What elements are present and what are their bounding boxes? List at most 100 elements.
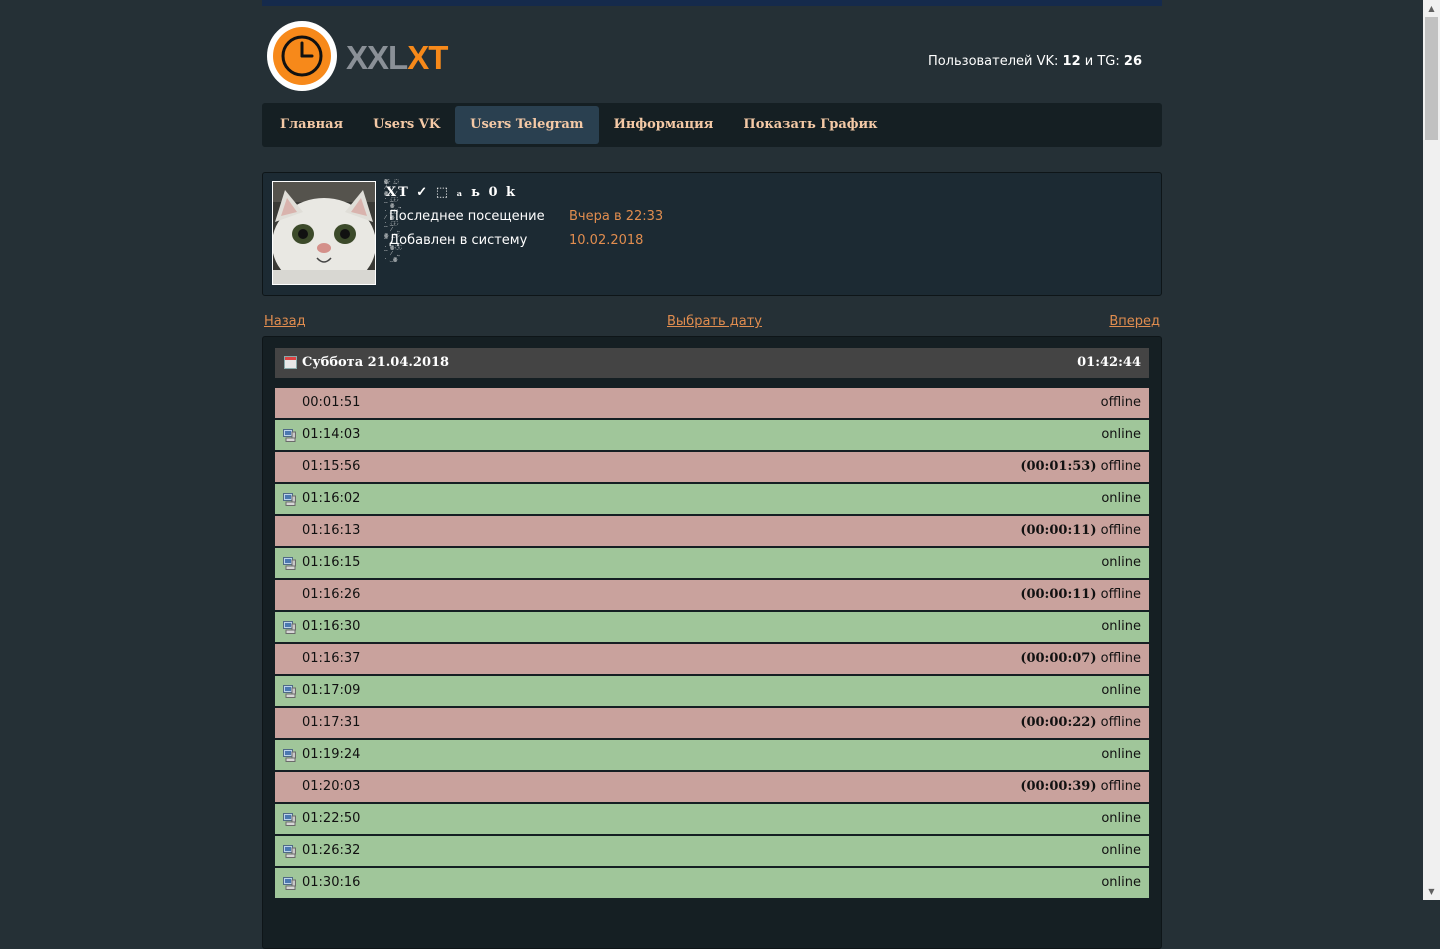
entry-status-text: offline [1100,587,1141,602]
users-count: Пользователей VK: 12 и TG: 26 [928,54,1142,69]
entry-status-text: offline [1100,715,1141,730]
nav-users-vk[interactable]: Users VK [358,106,455,144]
entry-status: (00:00:07) offline [1020,651,1141,666]
entry-time: 01:16:30 [302,619,361,634]
entry-status: (00:00:11) offline [1020,523,1141,538]
scroll-down-arrow-icon[interactable]: ▼ [1423,883,1440,900]
entry-status-text: online [1101,843,1141,858]
entry-status: online [1101,747,1141,762]
entry-time: 01:16:37 [302,651,361,666]
entry-time: 01:22:50 [302,811,361,826]
entry-time: 01:16:02 [302,491,361,506]
last-seen-row: Последнее посещение Вчера в 22:33 [389,209,663,224]
entry-status-text: online [1101,747,1141,762]
log-row: 01:16:26 (00:00:11) offline [275,580,1149,610]
vk-count: 12 [1062,54,1081,69]
entry-status-text: offline [1100,779,1141,794]
scrollbar-thumb[interactable] [1425,17,1438,140]
user-profile-card: ꙮ҉͡ ͜ ҈ ̸̧ ͓ ̛ ͜ ꙮ ҉ ̸ ͓ ̛ ͜ ҈ ҉ ͡ ꙮ ̧ ͓… [262,172,1162,296]
entry-status-text: online [1101,427,1141,442]
log-row: 01:14:03 online [275,420,1149,450]
nav-show-chart[interactable]: Показать График [728,106,892,144]
log-row: 00:01:51 offline [275,388,1149,418]
entry-time: 01:16:15 [302,555,361,570]
entry-status-text: online [1101,875,1141,890]
logo-text-grey: XXL [346,39,408,76]
computer-icon [283,813,296,826]
nav-users-telegram[interactable]: Users Telegram [455,106,599,144]
date-navigation: Назад Выбрать дату Вперед [262,296,1162,336]
computer-icon [283,877,296,890]
pick-date-link[interactable]: Выбрать дату [667,314,762,329]
log-row: 01:20:03 (00:00:39) offline [275,772,1149,802]
entry-status: online [1101,555,1141,570]
entry-duration: (00:00:22) [1020,715,1097,730]
avatar [272,181,376,285]
entry-status-text: online [1101,683,1141,698]
activity-log: Суббота 21.04.2018 01:42:44 00:01:51 offl… [262,336,1162,949]
entry-status-text: offline [1100,523,1141,538]
log-row: 01:16:15 online [275,548,1149,578]
log-row: 01:22:50 online [275,804,1149,834]
computer-icon [283,845,296,858]
computer-icon [283,429,296,442]
nav-info[interactable]: Информация [599,106,729,144]
entry-status: (00:01:53) offline [1020,459,1141,474]
entry-time: 00:01:51 [302,395,361,410]
nav-home[interactable]: Главная [265,106,358,144]
site-logo[interactable]: XXLXT [346,38,448,78]
entry-duration: (00:00:11) [1020,523,1097,538]
entry-status-text: online [1101,811,1141,826]
entry-time: 01:26:32 [302,843,361,858]
entry-status-text: offline [1100,651,1141,666]
day-date: Суббота 21.04.2018 [302,355,450,370]
entry-status: online [1101,683,1141,698]
entry-time: 01:17:09 [302,683,361,698]
entries-list: 00:01:51 offline 01:14:03 online 01:15:56 (00… [275,388,1149,898]
log-row: 01:17:31 (00:00:22) offline [275,708,1149,738]
scrollbar[interactable]: ▲ ▼ [1423,0,1440,900]
entry-duration: (00:01:53) [1020,459,1097,474]
entry-status: online [1101,843,1141,858]
last-seen-value: Вчера в 22:33 [569,209,664,224]
entry-time: 01:16:26 [302,587,361,602]
logo-text-orange: XT [407,39,448,76]
computer-icon [283,557,296,570]
entry-status: (00:00:39) offline [1020,779,1141,794]
log-row: 01:16:37 (00:00:07) offline [275,644,1149,674]
entry-status: (00:00:22) offline [1020,715,1141,730]
page-container: XXLXT Пользователей VK: 12 и TG: 26 Глав… [262,0,1162,949]
entry-status: online [1101,619,1141,634]
entry-status: (00:00:11) offline [1020,587,1141,602]
entry-time: 01:19:24 [302,747,361,762]
calendar-icon [284,356,297,369]
computer-icon [283,493,296,506]
user-name: XT ✓ ⬚ ₐ ь 0 k [386,185,518,200]
entry-time: 01:14:03 [302,427,361,442]
site-header: XXLXT Пользователей VK: 12 и TG: 26 [262,6,1162,103]
entry-duration: (00:00:11) [1020,587,1097,602]
entry-status: online [1101,875,1141,890]
back-link[interactable]: Назад [264,314,306,329]
added-value: 10.02.2018 [569,233,644,248]
entry-status: offline [1101,395,1141,410]
entry-duration: (00:00:07) [1020,651,1097,666]
added-label: Добавлен в систему [389,233,528,248]
log-row: 01:26:32 online [275,836,1149,866]
tg-count-label: и TG: [1084,54,1120,69]
entry-time: 01:30:16 [302,875,361,890]
scroll-up-arrow-icon[interactable]: ▲ [1423,0,1440,17]
clock-logo-icon[interactable] [267,21,337,91]
entry-time: 01:17:31 [302,715,361,730]
computer-icon [283,621,296,634]
tg-count: 26 [1123,54,1142,69]
entry-time: 01:16:13 [302,523,361,538]
entry-time: 01:20:03 [302,779,361,794]
day-header: Суббота 21.04.2018 01:42:44 [275,348,1149,378]
log-row: 01:30:16 online [275,868,1149,898]
entry-status: online [1101,491,1141,506]
entry-status: online [1101,811,1141,826]
log-row: 01:16:30 online [275,612,1149,642]
forward-link[interactable]: Вперед [1109,314,1160,329]
entry-status-text: online [1101,555,1141,570]
